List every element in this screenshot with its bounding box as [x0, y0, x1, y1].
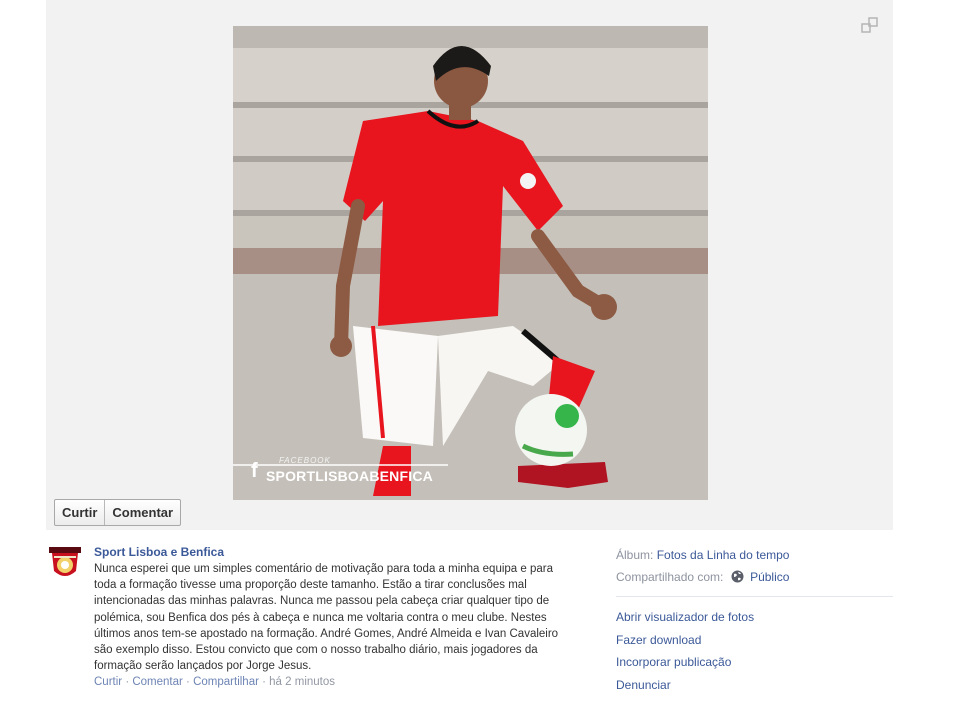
facebook-logo-icon: f: [251, 460, 258, 482]
photo-action-bar: Curtir Comentar: [54, 499, 182, 526]
download-link[interactable]: Fazer download: [616, 629, 893, 652]
privacy-label: Compartilhado com:: [616, 570, 724, 584]
photo-image: [233, 26, 708, 500]
post-timestamp[interactable]: há 2 minutos: [269, 676, 335, 688]
photo-options: Abrir visualizador de fotos Fazer downlo…: [616, 606, 893, 696]
privacy-row: Compartilhado com: Público: [616, 566, 893, 588]
post-like-link[interactable]: Curtir: [94, 676, 122, 688]
fullscreen-icon[interactable]: [861, 16, 879, 34]
photo-stage: f FACEBOOK SPORTLISBOABENFICA: [46, 0, 893, 530]
sidebar-divider: [616, 596, 893, 597]
post-actions: Curtir · Comentar · Compartilhar · há 2 …: [94, 676, 572, 688]
album-label: Álbum:: [616, 548, 654, 562]
separator-dot: ·: [258, 676, 270, 689]
post-caption: Nunca esperei que um simples comentário …: [94, 563, 559, 673]
separator-dot: ·: [182, 676, 194, 689]
post-comment-link[interactable]: Comentar: [132, 676, 183, 688]
comment-button[interactable]: Comentar: [104, 500, 180, 525]
photo-sidebar: Álbum: Fotos da Linha do tempo Compartil…: [616, 544, 893, 696]
globe-icon[interactable]: [731, 570, 744, 583]
page-name-link[interactable]: Sport Lisboa e Benfica: [94, 544, 572, 560]
embed-post-link[interactable]: Incorporar publicação: [616, 651, 893, 674]
privacy-value[interactable]: Público: [750, 570, 789, 584]
album-row: Álbum: Fotos da Linha do tempo: [616, 544, 893, 566]
benfica-crest-avatar[interactable]: [46, 545, 84, 583]
watermark-small-text: FACEBOOK: [279, 456, 331, 465]
separator-dot: ·: [122, 676, 133, 689]
watermark-brand-text: SPORTLISBOABENFICA: [266, 468, 433, 484]
album-link[interactable]: Fotos da Linha do tempo: [657, 548, 790, 562]
post-body: Sport Lisboa e Benfica Nunca esperei que…: [94, 544, 572, 688]
report-link[interactable]: Denunciar: [616, 674, 893, 697]
watermark-line: [233, 464, 448, 466]
open-photo-viewer-link[interactable]: Abrir visualizador de fotos: [616, 606, 893, 629]
like-button[interactable]: Curtir: [55, 500, 104, 525]
post-share-link[interactable]: Compartilhar: [193, 676, 259, 688]
watermark: f FACEBOOK SPORTLISBOABENFICA: [233, 456, 453, 490]
photo[interactable]: f FACEBOOK SPORTLISBOABENFICA: [233, 26, 708, 500]
